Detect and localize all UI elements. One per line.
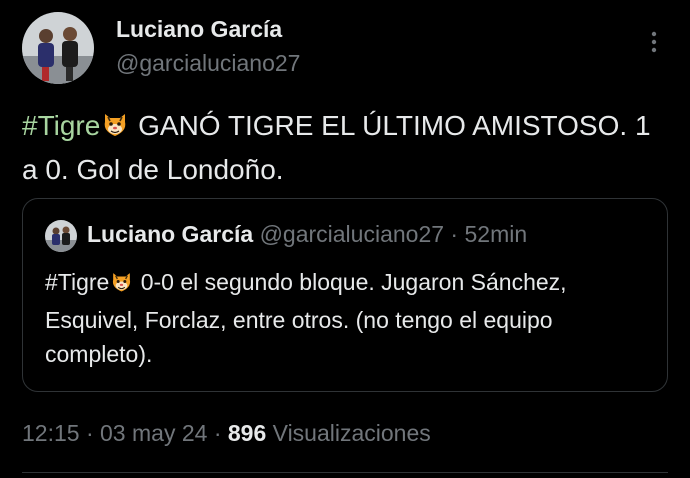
divider bbox=[22, 472, 668, 473]
views-label: Visualizaciones bbox=[272, 420, 431, 446]
tweet-hashtag[interactable]: #Tigre bbox=[22, 110, 100, 141]
quote-time[interactable]: 52min bbox=[464, 221, 527, 247]
quote-author-handle[interactable]: @garcialuciano27 bbox=[260, 221, 444, 247]
quote-separator: · bbox=[450, 221, 459, 247]
author-handle[interactable]: @garcialuciano27 bbox=[116, 50, 300, 77]
author-name[interactable]: Luciano García bbox=[116, 16, 282, 43]
meta-separator: · bbox=[213, 420, 222, 446]
author-avatar[interactable] bbox=[22, 12, 94, 84]
more-vertical-icon[interactable] bbox=[640, 28, 668, 56]
tweet-meta: 12:15 · 03 may 24 · 896 Visualizaciones bbox=[22, 420, 431, 447]
tweet-date[interactable]: 03 may 24 bbox=[100, 420, 207, 446]
tiger-face-emoji-icon bbox=[109, 269, 134, 303]
quoted-tweet[interactable]: Luciano García @garcialuciano27 · 52min … bbox=[22, 198, 668, 392]
tiger-face-emoji-icon bbox=[100, 109, 130, 150]
quote-text: #Tigre 0-0 el segundo bloque. Jugaron Sá… bbox=[45, 265, 655, 371]
tweet-time[interactable]: 12:15 bbox=[22, 420, 80, 446]
tweet-text: #Tigre GANÓ TIGRE EL ÚLTIMO AMISTOSO. 1 … bbox=[22, 106, 662, 190]
quote-author-avatar[interactable] bbox=[45, 220, 77, 252]
quote-author-name[interactable]: Luciano García bbox=[87, 221, 253, 247]
meta-separator: · bbox=[85, 420, 94, 446]
quote-hashtag: #Tigre bbox=[45, 269, 110, 295]
quote-header: Luciano García @garcialuciano27 · 52min bbox=[87, 221, 527, 248]
views-count: 896 bbox=[227, 420, 267, 446]
